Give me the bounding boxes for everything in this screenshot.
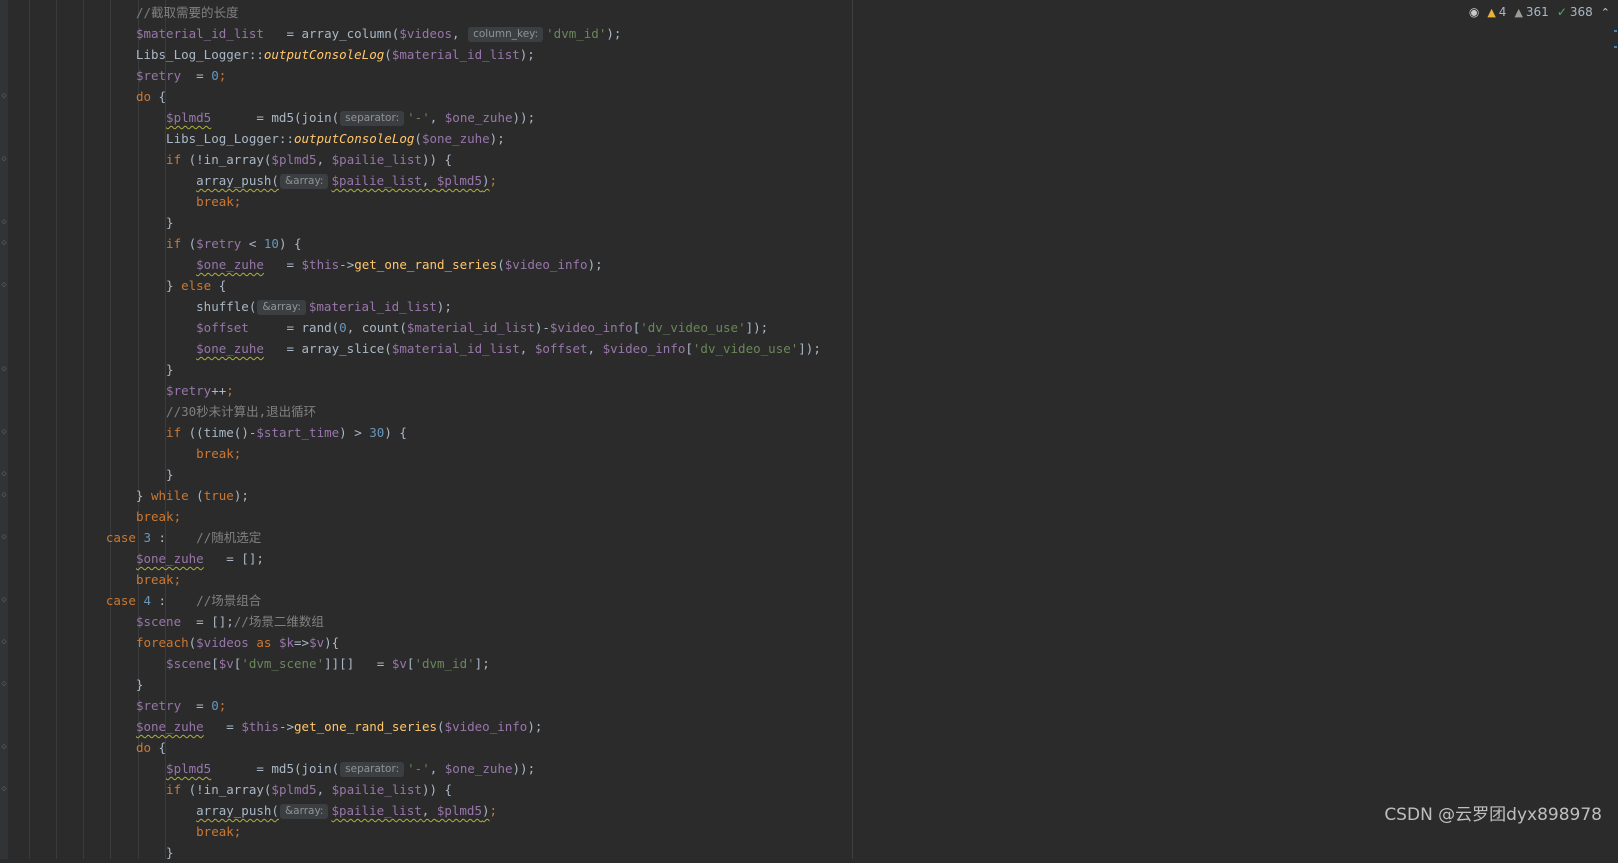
code-line: //截取需要的长度	[8, 2, 821, 23]
code-comment: //场景二维数组	[233, 614, 324, 629]
param-hint: separator:	[340, 111, 405, 126]
code-comment: //30秒未计算出,退出循环	[166, 404, 317, 419]
code-line: $retry = 0;	[135, 698, 227, 713]
code-line: ◇ }	[1, 362, 174, 377]
checkmark-icon: ✓	[1556, 5, 1567, 19]
code-line: shuffle(&array: $material_id_list);	[8, 299, 452, 315]
param-hint: &array:	[279, 174, 329, 189]
chevron-up-icon[interactable]: ⌃	[1601, 6, 1610, 19]
right-margin-guide	[852, 0, 853, 859]
reader-mode-icon[interactable]: ◉	[1469, 5, 1479, 19]
code-line: $one_zuhe = [];	[135, 551, 264, 566]
code-line: ◇ }	[1, 677, 144, 692]
param-hint: &array:	[279, 804, 329, 819]
warnings-yellow-count: 4	[1498, 5, 1507, 19]
code-line: $one_zuhe = $this->get_one_rand_series($…	[196, 257, 603, 272]
code-line: array_push(&array: $pailie_list, $plmd5);	[196, 173, 498, 189]
code-line: ◇ if (!in_array($plmd5, $pailie_list)) {	[1, 152, 453, 167]
warnings-gray-count: 361	[1525, 5, 1549, 19]
code-line: ◇ case 3 : //随机选定	[1, 530, 262, 545]
code-line: ◇ if ($retry < 10) {	[1, 236, 302, 251]
inspection-status-bar[interactable]: ◉ ▲ 4 ▲ 361 ✓ 368 ⌃	[1469, 4, 1610, 20]
code-comment: //截取需要的长度	[135, 5, 239, 20]
scroll-marker	[1614, 30, 1617, 32]
code-line: ◇ if ((time()-$start_time) > 30) {	[1, 425, 407, 440]
code-line: break;	[196, 194, 242, 209]
code-line: break;	[135, 572, 182, 587]
code-line: break;	[196, 824, 242, 839]
code-line: $retry++;	[166, 383, 234, 398]
param-hint: &array:	[257, 300, 306, 315]
warnings-gray-indicator[interactable]: ▲ 361	[1514, 5, 1548, 19]
code-line: //30秒未计算出,退出循环	[8, 401, 821, 422]
code-editor[interactable]: //截取需要的长度 $material_id_list = array_colu…	[1, 0, 1618, 860]
code-line: $offset = rand(0, count($material_id_lis…	[196, 320, 769, 335]
scroll-marker	[1614, 46, 1617, 48]
code-line: $scene = [];//场景二维数组	[135, 614, 324, 629]
code-line: ◇ }	[1, 215, 174, 230]
code-line: break;	[196, 446, 242, 461]
warning-icon: ▲	[1487, 5, 1496, 19]
typo-indicator[interactable]: ✓ 368	[1557, 5, 1593, 19]
code-line: ◇ } else {	[1, 278, 227, 293]
watermark: CSDN @云罗团dyx898978	[1384, 805, 1602, 825]
code-line: ◇ } while (true);	[1, 488, 249, 503]
code-lines: //截取需要的长度 $material_id_list = array_colu…	[1, 2, 821, 863]
warnings-yellow-indicator[interactable]: ▲ 4	[1487, 5, 1506, 19]
code-line: }	[8, 845, 174, 860]
code-comment: //随机选定	[196, 530, 262, 545]
code-line: ◇ do {	[1, 89, 167, 104]
code-line: Libs_Log_Logger::outputConsoleLog($mater…	[8, 47, 535, 62]
code-line: $one_zuhe = $this->get_one_rand_series($…	[135, 719, 543, 734]
param-hint: separator:	[340, 762, 405, 777]
code-line: $retry = 0;	[135, 68, 227, 83]
code-line: $scene[$v['dvm_scene']][] = $v['dvm_id']…	[166, 656, 490, 671]
code-line: break;	[135, 509, 182, 524]
code-line: array_push(&array: $pailie_list, $plmd5);	[196, 803, 498, 819]
scrollbar-markers[interactable]	[1614, 30, 1618, 50]
ok-count: 368	[1569, 5, 1593, 19]
code-line: $material_id_list = array_column($videos…	[135, 26, 622, 42]
code-line: Libs_Log_Logger::outputConsoleLog($one_z…	[8, 131, 505, 146]
code-line: $plmd5 = md5(join(separator: '-', $one_zu…	[166, 110, 536, 126]
code-line: ◇ case 4 : //场景组合	[1, 593, 262, 608]
code-line: $plmd5 = md5(join(separator: '-', $one_zu…	[166, 761, 536, 777]
code-line: ◇ do {	[1, 740, 167, 755]
code-line: $one_zuhe = array_slice($material_id_lis…	[196, 341, 821, 356]
code-line: ◇ foreach($videos as $k=>$v){	[1, 635, 340, 650]
code-comment: //场景组合	[196, 593, 262, 608]
code-line: ◇ if (!in_array($plmd5, $pailie_list)) {	[1, 782, 453, 797]
weak-warning-icon: ▲	[1514, 5, 1523, 19]
code-line: ◇ }	[1, 467, 174, 482]
param-hint: column_key:	[468, 27, 544, 42]
